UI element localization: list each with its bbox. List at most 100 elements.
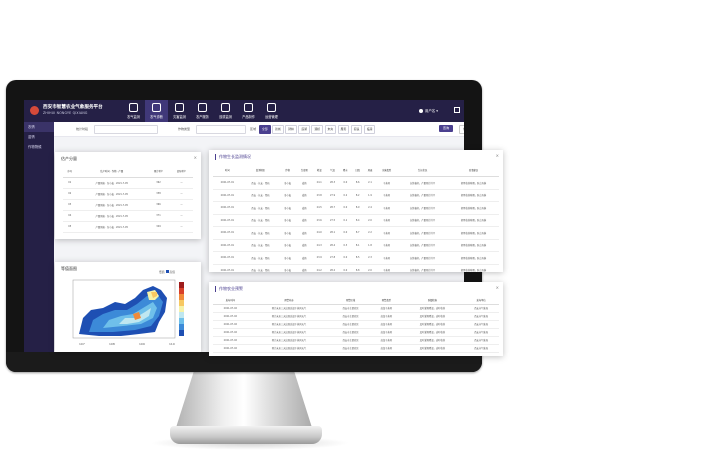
table-cell: 西安 · 长安 · 鄠邑 bbox=[251, 256, 270, 260]
table-cell: 成熟 bbox=[301, 206, 307, 210]
table-row[interactable]: 2021-07-02 预计未来三天出现高温干热风天气 西安市主要农区 高温干热风 及时灌… bbox=[213, 304, 499, 312]
monitor-icon bbox=[129, 103, 138, 112]
nav-item-6[interactable]: 运营管理 bbox=[260, 100, 283, 122]
column-header: 农事建议 bbox=[468, 169, 479, 172]
nav-item-0[interactable]: 农气监测 bbox=[122, 100, 145, 122]
table-cell: 2021-07-02 bbox=[223, 346, 238, 350]
close-icon[interactable]: × bbox=[194, 155, 197, 160]
column-header: 估产时间 · 作物 · 产量 bbox=[100, 170, 124, 174]
table-cell: 西安 · 长安 · 鄠邑 bbox=[251, 194, 270, 198]
region-tag[interactable]: 临潼 bbox=[363, 125, 376, 134]
table-cell: 24.2 bbox=[316, 268, 322, 272]
table-cell: 西安市气象局 bbox=[474, 315, 489, 318]
app-header: 西安市智慧农业气象服务平台 ZHIHUI NONGYE QIXIANG 农气监测… bbox=[24, 100, 464, 122]
table-cell: 0.2 bbox=[343, 193, 348, 197]
table-cell: 2021-07-02 bbox=[223, 322, 238, 326]
table-row[interactable]: 04 产量预报 · 冬小麦 · 2021-7-05 371 — bbox=[63, 210, 193, 221]
nav-label: 农产服务 bbox=[196, 115, 209, 119]
table-row[interactable]: 2021-07-01 西安 · 长安 · 鄠邑 冬小麦 成熟 24.2 28.2 0.0 8.… bbox=[213, 264, 499, 272]
colorbar-step bbox=[179, 318, 184, 324]
table-row[interactable]: 2021-07-02 预计未来三天出现高温干热风天气 西安市主要农区 高温干热风 及时灌… bbox=[213, 344, 499, 352]
table-cell: 干热风 bbox=[383, 244, 391, 248]
region-tag[interactable]: 灞桥 bbox=[311, 125, 324, 134]
region-tag[interactable]: 阎良 bbox=[350, 125, 363, 134]
nav-item-2[interactable]: 灾害监测 bbox=[168, 100, 191, 122]
region-tag[interactable]: 新城 bbox=[272, 125, 284, 134]
crop-select[interactable] bbox=[196, 125, 246, 134]
table-cell: 8.8 bbox=[355, 268, 360, 272]
column-header: 预警类型 bbox=[381, 298, 391, 302]
region-tag[interactable]: 全部 bbox=[259, 125, 271, 134]
table-cell: 西安 · 长安 · 鄠邑 bbox=[251, 269, 270, 272]
table-row[interactable]: 05 产量预报 · 冬小麦 · 2021-7-05 349 — bbox=[63, 221, 193, 232]
table-cell: — bbox=[180, 181, 183, 184]
close-icon[interactable]: × bbox=[496, 153, 499, 158]
table-row[interactable]: 2021-07-01 西安 · 长安 · 鄠邑 冬小麦 成熟 23.8 27.9 0.2 8.… bbox=[213, 189, 499, 202]
filter-bar: 统计时段 作物类型 区域 全部新城碑林莲湖灞桥未央雁塔阎良临潼 查询 重置 bbox=[54, 122, 464, 137]
column-header: 时间 bbox=[225, 169, 230, 172]
table-cell: 2.2 bbox=[368, 231, 372, 235]
table-cell: 冬小麦 bbox=[284, 244, 292, 248]
table-cell: 2021-07-02 bbox=[223, 338, 238, 342]
table-cell: 长势偏好，产量预计持平 bbox=[409, 219, 436, 223]
table-row[interactable]: 01 产量预报 · 冬小麦 · 2021-7-05 362 — bbox=[63, 177, 193, 188]
table-row[interactable]: 2021-07-01 西安 · 长安 · 鄠邑 冬小麦 成熟 24.0 28.1 0.0 8.… bbox=[213, 227, 499, 239]
query-button[interactable]: 查询 bbox=[439, 125, 453, 132]
table-cell: 成熟 bbox=[301, 194, 307, 198]
map-axis: 107 108 109 110 bbox=[79, 342, 175, 346]
sidebar: 农情 苗情 作物物候 bbox=[24, 122, 54, 352]
table-cell: 冬小麦 bbox=[284, 194, 292, 198]
table-row[interactable]: 2021-07-02 预计未来三天出现高温干热风天气 西安市主要农区 高温干热风 及时灌… bbox=[213, 336, 499, 344]
table-cell: 长势偏好，产量预计持平 bbox=[409, 206, 436, 210]
date-range-input[interactable] bbox=[94, 125, 158, 134]
column-header: 发布时间 bbox=[225, 298, 235, 302]
crop-label: 作物类型 bbox=[178, 127, 191, 131]
table-row[interactable]: 02 产量预报 · 冬小麦 · 2021-7-05 358 — bbox=[63, 188, 193, 199]
table-cell: 产量预报 · 冬小麦 · 2021-7-05 bbox=[95, 203, 128, 207]
fullscreen-icon[interactable] bbox=[454, 107, 460, 113]
region-tag[interactable]: 雁塔 bbox=[337, 125, 350, 134]
table-cell: 349 bbox=[156, 225, 161, 228]
table-cell: 2021-07-02 bbox=[223, 330, 238, 334]
table-cell: 西安市主要农区 bbox=[342, 339, 359, 342]
table-cell: 冬小麦 bbox=[284, 256, 292, 260]
sidebar-item-0[interactable]: 农情 bbox=[24, 122, 54, 132]
reset-button[interactable]: 重置 bbox=[459, 125, 464, 134]
table-row[interactable]: 2021-07-01 西安 · 长安 · 鄠邑 冬小麦 成熟 23.9 27.8 0.0 8.… bbox=[213, 252, 499, 264]
table-row[interactable]: 03 产量预报 · 冬小麦 · 2021-7-05 366 — bbox=[63, 199, 193, 210]
table-cell: 干热风 bbox=[383, 181, 391, 185]
chart-icon bbox=[267, 103, 276, 112]
nav-item-5[interactable]: 产品制作 bbox=[237, 100, 260, 122]
nav-item-1[interactable]: 农气诊断 bbox=[145, 100, 168, 122]
table-row[interactable]: 2021-07-01 西安 · 长安 · 鄠邑 冬小麦 成熟 24.3 28.4 0.3 8.… bbox=[213, 239, 499, 252]
table-cell: 23.8 bbox=[316, 193, 322, 197]
close-icon[interactable]: × bbox=[496, 285, 499, 290]
user-menu[interactable]: 用户名 ▾ bbox=[419, 108, 438, 113]
table-cell: 抓紧收获晾晒，防止雨淋 bbox=[460, 269, 487, 272]
nav-item-4[interactable]: 遥感监测 bbox=[214, 100, 237, 122]
table-row[interactable]: 2021-07-02 预计未来三天出现高温干热风天气 西安市主要农区 高温干热风 及时灌… bbox=[213, 328, 499, 336]
nav-item-3[interactable]: 农产服务 bbox=[191, 100, 214, 122]
table-row[interactable]: 2021-07-01 西安 · 长安 · 鄠邑 冬小麦 成熟 24.1 28.3 0.0 8.… bbox=[213, 177, 499, 189]
table-cell: 高温干热风 bbox=[380, 315, 393, 318]
region-tag[interactable]: 未央 bbox=[324, 125, 337, 134]
column-header: 风速 bbox=[367, 169, 373, 172]
date-label: 统计时段 bbox=[76, 127, 89, 131]
sidebar-item-2[interactable]: 作物物候 bbox=[24, 142, 54, 152]
region-tag[interactable]: 莲湖 bbox=[298, 125, 310, 134]
region-tag[interactable]: 碑林 bbox=[285, 125, 297, 134]
sidebar-item-1[interactable]: 苗情 bbox=[24, 132, 54, 142]
table-cell: 2021-07-01 bbox=[220, 256, 235, 260]
table-row[interactable]: 2021-07-01 西安 · 长安 · 鄠邑 冬小麦 成熟 23.6 27.5 0.1 8.… bbox=[213, 214, 499, 227]
table-cell: 2021-07-01 bbox=[220, 268, 235, 272]
table-cell: 2021-07-01 bbox=[220, 181, 235, 185]
table-row[interactable]: 2021-07-02 预计未来三天出现高温干热风天气 西安市主要农区 高温干热风 及时灌… bbox=[213, 312, 499, 320]
column-header: 生长状况 bbox=[417, 169, 428, 172]
table-row[interactable]: 2021-07-01 西安 · 长安 · 鄠邑 冬小麦 成熟 24.5 28.7 0.0 8.… bbox=[213, 202, 499, 214]
table-cell: 冬小麦 bbox=[284, 206, 292, 210]
table-cell: 及时灌溉降温，适时收获 bbox=[419, 339, 446, 342]
map-colorbar bbox=[179, 282, 184, 336]
table-row[interactable]: 2021-07-02 预计未来三天出现高温干热风天气 西安市主要农区 高温干热风 及时灌… bbox=[213, 320, 499, 328]
table-cell: 高温干热风 bbox=[380, 347, 393, 350]
colorbar-step bbox=[179, 288, 184, 294]
